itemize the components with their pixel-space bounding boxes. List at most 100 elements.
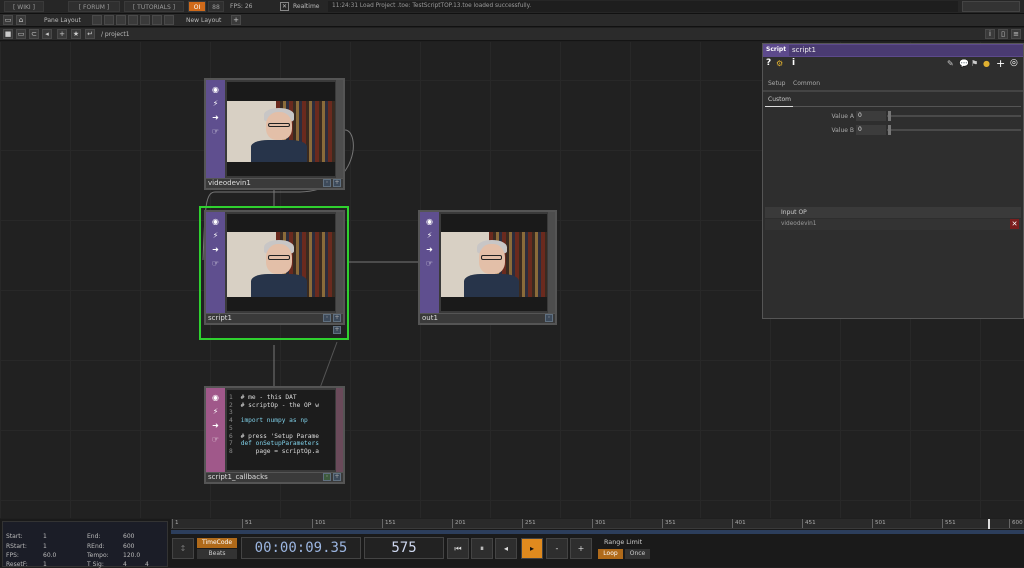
layout-5-button[interactable] bbox=[140, 15, 150, 25]
viewer-flag[interactable]: ◦ bbox=[545, 314, 553, 322]
timecode-display[interactable]: 00:00:09.35 bbox=[241, 537, 361, 559]
tile-icon[interactable]: ▯ bbox=[998, 29, 1008, 39]
aux-button[interactable]: 88 bbox=[208, 1, 224, 12]
layout-2-button[interactable] bbox=[104, 15, 114, 25]
layout-1-button[interactable] bbox=[92, 15, 102, 25]
value-a-field[interactable]: 0 bbox=[856, 111, 886, 121]
step-back-button[interactable]: ◂ bbox=[495, 538, 517, 559]
play-button[interactable]: ▸ bbox=[521, 538, 543, 559]
viewer-icon[interactable]: ◉ bbox=[209, 391, 222, 404]
script-add-flag[interactable]: + bbox=[333, 326, 341, 334]
viewer-icon[interactable]: ◉ bbox=[209, 83, 222, 96]
op-name-field[interactable]: script1 bbox=[789, 45, 1023, 56]
info-icon[interactable]: i bbox=[792, 58, 795, 68]
comment-icon[interactable]: 💬 bbox=[959, 59, 969, 68]
realtime-checkbox[interactable]: ✕ bbox=[280, 2, 289, 11]
pane-icon[interactable]: ▭ bbox=[3, 15, 13, 25]
add-layout-button[interactable]: + bbox=[231, 15, 241, 25]
panel-icon[interactable]: ▭ bbox=[16, 29, 26, 39]
stop-icon[interactable]: ■ bbox=[3, 29, 13, 39]
flag-icon[interactable]: ⚑ bbox=[971, 59, 978, 68]
loop-button[interactable]: Loop bbox=[598, 549, 623, 559]
fps-value[interactable]: 60.0 bbox=[43, 552, 56, 559]
edit-icon[interactable]: ✎ bbox=[947, 59, 954, 68]
tab-custom[interactable]: Custom bbox=[768, 96, 791, 103]
window-controls[interactable] bbox=[962, 1, 1020, 12]
value-b-slider[interactable] bbox=[887, 129, 1021, 131]
output-connector[interactable] bbox=[336, 212, 343, 313]
lock-icon[interactable]: ☞ bbox=[209, 433, 222, 446]
once-button[interactable]: Once bbox=[625, 549, 650, 559]
add-flag[interactable]: + bbox=[333, 179, 341, 187]
node-script1-callbacks[interactable]: ◉ ⚡ ➜ ☞ 1 # me - this DAT 2 # scriptOp - … bbox=[204, 386, 345, 484]
node-out1[interactable]: ◉ ⚡ ➜ ☞ out1 ◦ bbox=[418, 210, 557, 325]
node-label[interactable]: out1 bbox=[420, 313, 555, 323]
tutorials-button[interactable]: [ TUTORIALS ] bbox=[124, 1, 184, 12]
bypass-icon[interactable]: ⚡ bbox=[209, 405, 222, 418]
bypass-icon[interactable]: ⚡ bbox=[423, 229, 436, 242]
bypass-icon[interactable]: ⚡ bbox=[209, 97, 222, 110]
viewer-icon[interactable]: ◉ bbox=[423, 215, 436, 228]
output-connector[interactable] bbox=[548, 212, 555, 313]
display-icon[interactable]: ➜ bbox=[209, 419, 222, 432]
output-connector[interactable] bbox=[336, 80, 343, 178]
frame-display[interactable]: 575 bbox=[364, 537, 444, 559]
python-help-icon[interactable]: ⚙ bbox=[776, 59, 783, 68]
path-breadcrumb[interactable]: / project1 bbox=[101, 29, 130, 40]
display-icon[interactable]: ➜ bbox=[209, 111, 222, 124]
bypass-icon[interactable]: ⚡ bbox=[209, 229, 222, 242]
range-bar[interactable] bbox=[171, 530, 1024, 534]
display-icon[interactable]: ➜ bbox=[209, 243, 222, 256]
timecode-button[interactable]: TimeCode bbox=[197, 538, 237, 548]
tab-setup[interactable]: Setup bbox=[768, 80, 785, 87]
output-connector[interactable] bbox=[336, 388, 343, 472]
timeline-toggle[interactable]: ↕ bbox=[172, 538, 194, 559]
oi-button[interactable]: OI bbox=[188, 1, 206, 12]
layout-7-button[interactable] bbox=[164, 15, 174, 25]
add-flag[interactable]: + bbox=[333, 314, 341, 322]
playhead[interactable] bbox=[988, 519, 990, 529]
value-a-slider[interactable] bbox=[887, 115, 1021, 117]
layout-6-button[interactable] bbox=[152, 15, 162, 25]
info-icon[interactable]: i bbox=[985, 29, 995, 39]
pause-button[interactable]: ⏸ bbox=[471, 538, 493, 559]
home-icon[interactable]: ⌂ bbox=[16, 15, 26, 25]
lock-icon[interactable]: ☞ bbox=[209, 125, 222, 138]
viewer-flag[interactable]: ◦ bbox=[323, 473, 331, 481]
forum-button[interactable]: [ FORUM ] bbox=[68, 1, 120, 12]
help-icon[interactable]: ? bbox=[766, 58, 771, 68]
display-icon[interactable]: ➜ bbox=[423, 243, 436, 256]
target-icon[interactable]: ◎ bbox=[1010, 58, 1018, 68]
layout-4-button[interactable] bbox=[128, 15, 138, 25]
value-a-handle[interactable] bbox=[888, 111, 891, 121]
rstart-value[interactable]: 1 bbox=[43, 543, 47, 550]
back-icon[interactable]: ◂ bbox=[42, 29, 52, 39]
node-videodevin1[interactable]: ◉ ⚡ ➜ ☞ videodevin1 ◦ + bbox=[204, 78, 345, 190]
end-value[interactable]: 600 bbox=[123, 533, 134, 540]
plus-icon[interactable]: + bbox=[57, 29, 67, 39]
wiki-button[interactable]: [ WIKI ] bbox=[4, 1, 44, 12]
beats-button[interactable]: Beats bbox=[197, 549, 237, 559]
tempo-value[interactable]: 120.0 bbox=[123, 552, 140, 559]
timeline-ruler[interactable]: 1 51 101 151 201 251 301 351 401 451 501 551 600 bbox=[171, 519, 1024, 529]
rend-value[interactable]: 600 bbox=[123, 543, 134, 550]
new-layout-label[interactable]: New Layout bbox=[186, 15, 221, 26]
value-b-handle[interactable] bbox=[888, 125, 891, 135]
add-icon[interactable]: + bbox=[996, 57, 1005, 70]
add-flag[interactable]: + bbox=[333, 473, 341, 481]
input-op-row[interactable]: videodevin1 ✕ bbox=[765, 219, 1021, 230]
layout-3-button[interactable] bbox=[116, 15, 126, 25]
star-icon[interactable]: ★ bbox=[71, 29, 81, 39]
value-b-field[interactable]: 0 bbox=[856, 125, 886, 135]
link-icon[interactable]: ⊂ bbox=[29, 29, 39, 39]
viewer-flag[interactable]: ◦ bbox=[323, 314, 331, 322]
node-script1[interactable]: ◉ ⚡ ➜ ☞ script1 ◦ + bbox=[204, 210, 345, 325]
remove-input-icon[interactable]: ✕ bbox=[1010, 219, 1019, 229]
tab-common[interactable]: Common bbox=[793, 80, 820, 87]
viewer-flag[interactable]: ◦ bbox=[323, 179, 331, 187]
list-icon[interactable]: ≡ bbox=[1011, 29, 1021, 39]
lock-icon[interactable]: ☞ bbox=[423, 257, 436, 270]
rewind-button[interactable]: ⏮ bbox=[447, 538, 469, 559]
start-value[interactable]: 1 bbox=[43, 533, 47, 540]
python-icon[interactable]: ● bbox=[983, 59, 990, 68]
